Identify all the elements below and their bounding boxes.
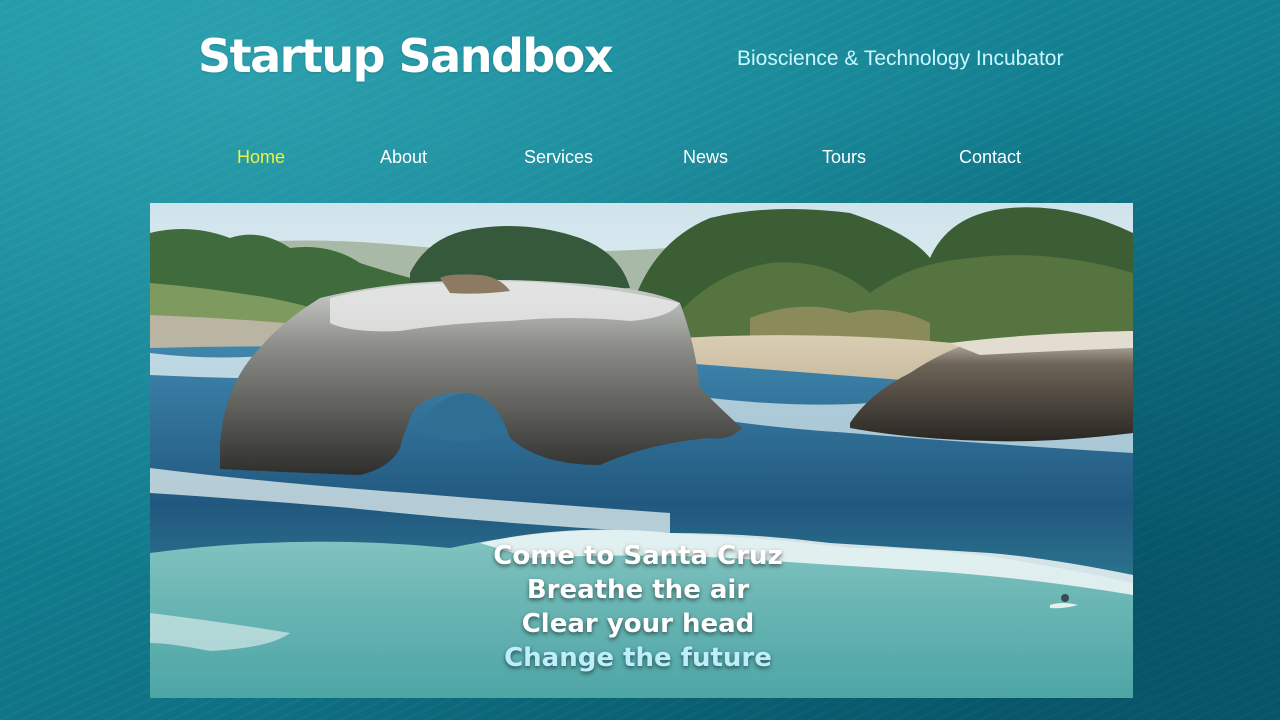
nav-home[interactable]: Home <box>237 138 285 176</box>
nav-about[interactable]: About <box>380 138 427 176</box>
nav-news[interactable]: News <box>683 138 728 176</box>
hero-line-3: Clear your head <box>521 609 755 639</box>
hero-banner: Come to Santa Cruz Breathe the air Clear… <box>150 203 1133 698</box>
hero-line-2: Breathe the air <box>526 575 750 605</box>
nav-contact[interactable]: Contact <box>959 138 1021 176</box>
main-nav: Home About Services News Tours Contact <box>190 138 1090 176</box>
hero-line-1: Come to Santa Cruz <box>493 541 783 571</box>
nav-services[interactable]: Services <box>524 138 593 176</box>
site-title[interactable]: Startup Sandbox <box>198 26 614 86</box>
hero-text: Come to Santa Cruz Breathe the air Clear… <box>150 539 1126 675</box>
site-tagline: Bioscience & Technology Incubator <box>737 47 1064 70</box>
nav-tours[interactable]: Tours <box>822 138 866 176</box>
hero-line-4: Change the future <box>504 643 772 673</box>
